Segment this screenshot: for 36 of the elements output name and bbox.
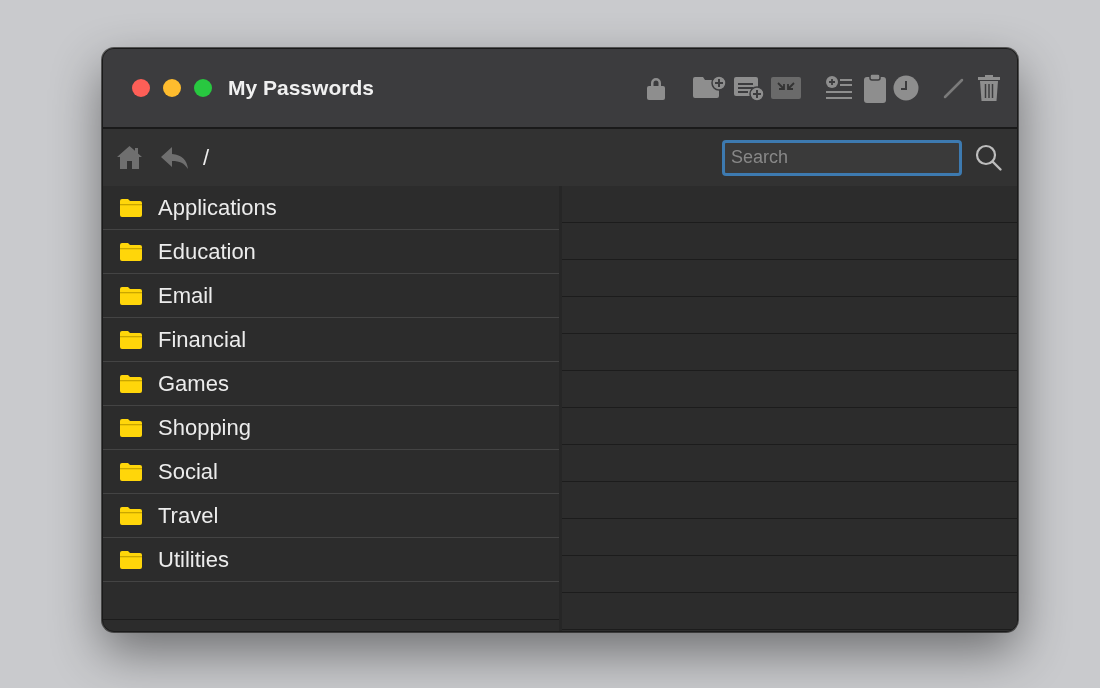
folder-row[interactable]: Games: [103, 362, 559, 406]
folder-row[interactable]: Shopping: [103, 406, 559, 450]
folder-icon: [119, 197, 143, 218]
clipboard-icon[interactable]: [863, 73, 887, 103]
folder-icon: [119, 417, 143, 438]
folder-row[interactable]: Email: [103, 274, 559, 318]
minimize-button[interactable]: [163, 79, 181, 97]
folder-icon: [119, 285, 143, 306]
folder-row[interactable]: Financial: [103, 318, 559, 362]
add-entry-icon[interactable]: [733, 75, 765, 101]
folder-row[interactable]: Applications: [103, 186, 559, 230]
breadcrumb-path[interactable]: /: [203, 144, 210, 171]
compress-arrows-icon[interactable]: [771, 77, 801, 99]
add-line-icon[interactable]: [825, 76, 853, 100]
folder-icon: [119, 505, 143, 526]
lock-icon[interactable]: [646, 76, 666, 100]
home-icon[interactable]: [116, 145, 143, 170]
window-title: My Passwords: [228, 76, 375, 100]
folder-icon: [119, 329, 143, 350]
folder-icon: [119, 461, 143, 482]
clock-icon[interactable]: [893, 75, 919, 101]
trash-icon[interactable]: [977, 74, 1001, 102]
folder-row[interactable]: Education: [103, 230, 559, 274]
folder-icon: [119, 241, 143, 262]
folder-row[interactable]: Travel: [103, 494, 559, 538]
close-button[interactable]: [132, 79, 150, 97]
folder-row[interactable]: Social: [103, 450, 559, 494]
pencil-icon[interactable]: [943, 77, 965, 99]
folder-icon: [119, 549, 143, 570]
folder-icon: [119, 373, 143, 394]
back-arrow-icon[interactable]: [160, 145, 189, 170]
folder-plus-icon[interactable]: [692, 75, 727, 101]
zoom-button[interactable]: [194, 79, 212, 97]
search-field[interactable]: Search: [722, 139, 962, 176]
folder-row[interactable]: Utilities: [103, 538, 559, 582]
search-icon[interactable]: [975, 143, 1003, 172]
